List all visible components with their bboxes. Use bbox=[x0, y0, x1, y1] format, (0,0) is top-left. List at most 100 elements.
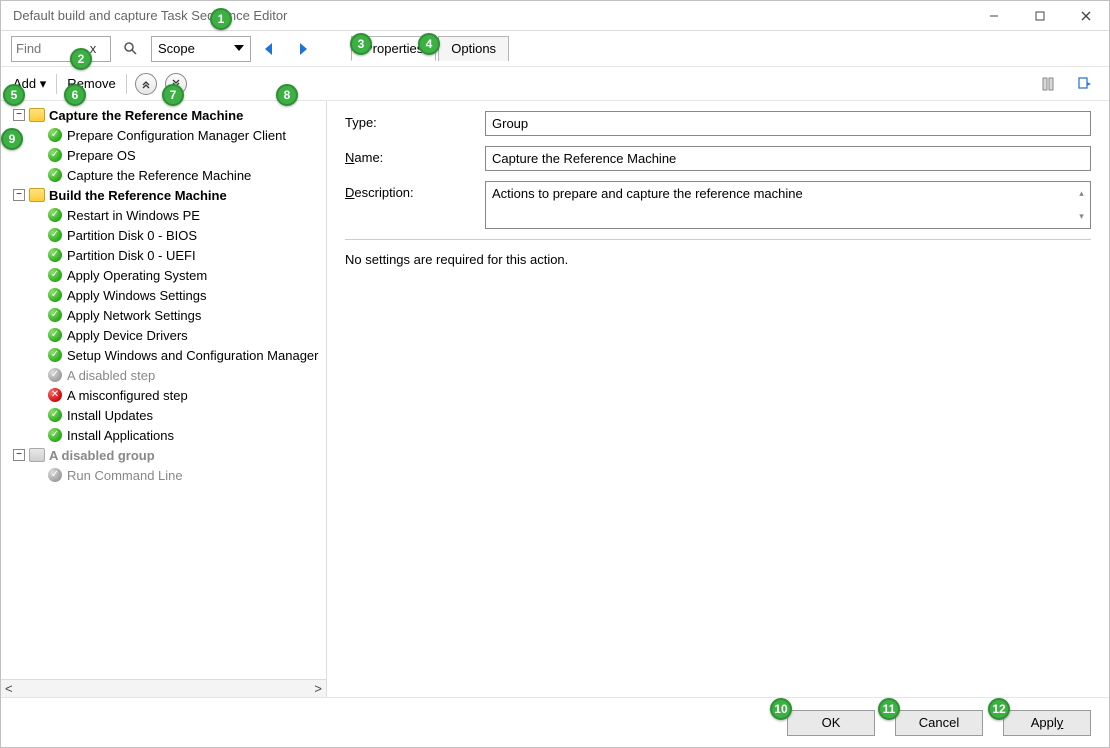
tree-group[interactable]: − Capture the Reference Machine bbox=[13, 105, 326, 125]
status-ok-icon: ✓ bbox=[48, 428, 62, 442]
tree-step-label: Partition Disk 0 - BIOS bbox=[67, 228, 197, 243]
dialog-footer: OK Cancel Apply bbox=[1, 697, 1109, 747]
description-field[interactable] bbox=[485, 181, 1073, 229]
tree-step[interactable]: ✓ Install Updates bbox=[31, 405, 326, 425]
expander-icon[interactable]: − bbox=[13, 449, 25, 461]
tree-step-label: A misconfigured step bbox=[67, 388, 188, 403]
find-clear-button[interactable]: x bbox=[82, 41, 104, 56]
tree-step[interactable]: ✓ Run Command Line bbox=[31, 465, 326, 485]
tree-step[interactable]: ✕A misconfigured step bbox=[31, 385, 326, 405]
tabs: Properties Options bbox=[351, 36, 511, 61]
tree-step-label: Apply Operating System bbox=[67, 268, 207, 283]
scroll-down-icon[interactable]: ▾ bbox=[1073, 205, 1090, 228]
tree-step-label: Install Updates bbox=[67, 408, 153, 423]
type-field bbox=[485, 111, 1091, 136]
tree-step-label: Partition Disk 0 - UEFI bbox=[67, 248, 196, 263]
tree-horizontal-scrollbar[interactable]: < > bbox=[1, 679, 326, 697]
move-down-button[interactable] bbox=[165, 73, 187, 95]
tree-step[interactable]: ✓ Partition Disk 0 - UEFI bbox=[31, 245, 326, 265]
divider bbox=[126, 74, 127, 94]
tree-step[interactable]: ✓ Restart in Windows PE bbox=[31, 205, 326, 225]
tree-step[interactable]: ✓ A disabled step bbox=[31, 365, 326, 385]
tab-options[interactable]: Options bbox=[438, 36, 509, 61]
add-button[interactable]: Add ▾ bbox=[11, 74, 48, 94]
maximize-button[interactable] bbox=[1017, 1, 1063, 31]
close-button[interactable] bbox=[1063, 1, 1109, 31]
ok-button[interactable]: OK bbox=[787, 710, 875, 736]
tree-step-label: Install Applications bbox=[67, 428, 174, 443]
dropdown-caret-icon: ▾ bbox=[40, 76, 47, 91]
tree-step-label: Apply Device Drivers bbox=[67, 328, 188, 343]
status-ok-icon: ✓ bbox=[48, 208, 62, 222]
tree-panel: − Capture the Reference Machine ✓ Prepare C… bbox=[1, 101, 327, 697]
tab-properties[interactable]: Properties bbox=[351, 36, 436, 61]
divider bbox=[345, 239, 1091, 240]
status-ok-icon: ✓ bbox=[48, 248, 62, 262]
tree-step-label: Capture the Reference Machine bbox=[67, 168, 251, 183]
name-label: Name: bbox=[345, 146, 485, 165]
description-label: Description: bbox=[345, 181, 485, 200]
toolbar-edit-row: Add ▾ Remove bbox=[1, 67, 1109, 101]
scope-dropdown[interactable]: Scope bbox=[151, 36, 251, 62]
toolbar-extra-1-icon[interactable] bbox=[1035, 71, 1063, 97]
divider bbox=[56, 74, 57, 94]
nav-forward-button[interactable] bbox=[291, 36, 319, 62]
tree-step[interactable]: ✓ Apply Device Drivers bbox=[31, 325, 326, 345]
description-scroll[interactable]: ▴ ▾ bbox=[1073, 181, 1091, 229]
status-ok-icon: ✓ bbox=[48, 328, 62, 342]
expander-icon[interactable]: − bbox=[13, 109, 25, 121]
status-ok-icon: ✓ bbox=[48, 268, 62, 282]
scroll-left-icon[interactable]: < bbox=[5, 681, 13, 696]
task-tree[interactable]: − Capture the Reference Machine ✓ Prepare C… bbox=[1, 101, 326, 679]
tree-step-label: Restart in Windows PE bbox=[67, 208, 200, 223]
status-disabled-icon: ✓ bbox=[48, 468, 62, 482]
move-up-button[interactable] bbox=[135, 73, 157, 95]
tree-group[interactable]: −Build the Reference Machine bbox=[13, 185, 326, 205]
folder-icon bbox=[29, 107, 45, 123]
apply-button[interactable]: Apply bbox=[1003, 710, 1091, 736]
tree-step[interactable]: ✓ Setup Windows and Configuration Manager bbox=[31, 345, 326, 365]
tree-step-label: Apply Windows Settings bbox=[67, 288, 206, 303]
remove-button[interactable]: Remove bbox=[65, 74, 117, 93]
tree-group[interactable]: − A disabled group bbox=[13, 445, 326, 465]
tree-step-label: Prepare Configuration Manager Client bbox=[67, 128, 286, 143]
titlebar: Default build and capture Task Sequence … bbox=[1, 1, 1109, 31]
status-disabled-icon: ✓ bbox=[48, 368, 62, 382]
status-ok-icon: ✓ bbox=[48, 408, 62, 422]
scroll-right-icon[interactable]: > bbox=[314, 681, 322, 696]
status-ok-icon: ✓ bbox=[48, 348, 62, 362]
nav-back-button[interactable] bbox=[257, 36, 285, 62]
tree-step[interactable]: ✓ Install Applications bbox=[31, 425, 326, 445]
tree-group-label: Capture the Reference Machine bbox=[49, 108, 243, 123]
properties-panel: Type: Name: Description: ▴ ▾ No settings… bbox=[327, 101, 1109, 697]
find-box: x bbox=[11, 36, 111, 62]
name-field[interactable] bbox=[485, 146, 1091, 171]
toolbar-extra-2-icon[interactable] bbox=[1071, 71, 1099, 97]
tree-step[interactable]: ✓ Apply Operating System bbox=[31, 265, 326, 285]
tree-step[interactable]: ✓Prepare OS bbox=[31, 145, 326, 165]
chevron-down-icon bbox=[234, 41, 244, 56]
tree-step-label: A disabled step bbox=[67, 368, 155, 383]
status-ok-icon: ✓ bbox=[48, 288, 62, 302]
tree-step[interactable]: ✓ Partition Disk 0 - BIOS bbox=[31, 225, 326, 245]
status-ok-icon: ✓ bbox=[48, 128, 62, 142]
tree-step[interactable]: ✓ Apply Windows Settings bbox=[31, 285, 326, 305]
folder-icon bbox=[29, 447, 45, 463]
tree-step-label: Setup Windows and Configuration Manager bbox=[67, 348, 318, 363]
expander-icon[interactable]: − bbox=[13, 189, 25, 201]
scroll-up-icon[interactable]: ▴ bbox=[1073, 182, 1090, 205]
window-title: Default build and capture Task Sequence … bbox=[13, 8, 287, 23]
minimize-button[interactable] bbox=[971, 1, 1017, 31]
search-icon[interactable] bbox=[117, 36, 145, 62]
find-input[interactable] bbox=[12, 39, 82, 58]
scope-label: Scope bbox=[158, 41, 195, 56]
tree-group-label: A disabled group bbox=[49, 448, 155, 463]
tree-step-label: Run Command Line bbox=[67, 468, 183, 483]
status-ok-icon: ✓ bbox=[48, 228, 62, 242]
tree-step[interactable]: ✓ Prepare Configuration Manager Client bbox=[31, 125, 326, 145]
tree-step[interactable]: ✓Capture the Reference Machine bbox=[31, 165, 326, 185]
tree-step[interactable]: ✓Apply Network Settings bbox=[31, 305, 326, 325]
folder-icon bbox=[29, 187, 45, 203]
type-label: Type: bbox=[345, 111, 485, 130]
cancel-button[interactable]: Cancel bbox=[895, 710, 983, 736]
